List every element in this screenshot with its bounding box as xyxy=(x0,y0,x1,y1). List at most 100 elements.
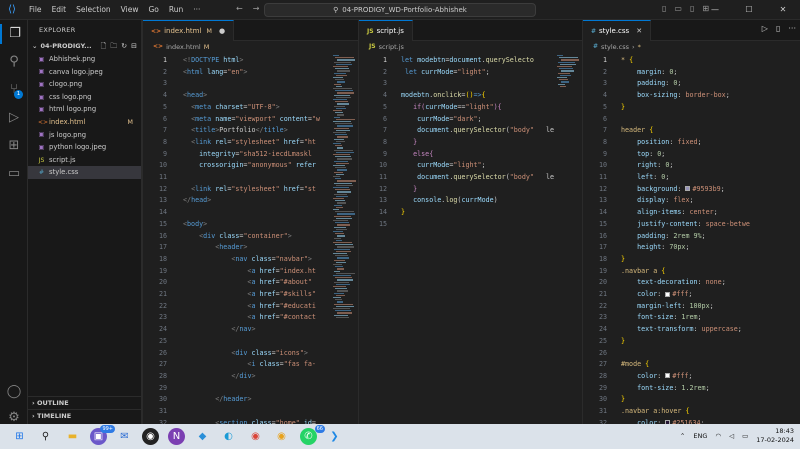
code-line[interactable]: <div class="container"> xyxy=(183,231,292,243)
file-item[interactable]: ▣ Abhishek.png xyxy=(28,53,141,66)
code-line[interactable]: else{ xyxy=(401,149,433,161)
file-item[interactable]: <> index.html M xyxy=(28,116,141,129)
file-item[interactable]: ▣ python logo.jpeg xyxy=(28,141,141,154)
code-line[interactable]: currMode="dark"; xyxy=(401,114,481,126)
toggle-sidebar-icon[interactable]: ▯ xyxy=(662,4,666,13)
code-line[interactable]: <meta name="viewport" content="w xyxy=(183,114,320,126)
code-line[interactable]: font-size: 1rem; xyxy=(621,312,701,324)
code-line[interactable]: <link rel="stylesheet" href="ht xyxy=(183,137,316,149)
explorer-icon[interactable]: ❐ xyxy=(0,24,28,44)
code-line[interactable]: } xyxy=(401,137,417,149)
code-line[interactable]: color: #fff; xyxy=(621,289,692,301)
menu-item[interactable]: Selection xyxy=(71,0,116,20)
code-line[interactable]: } xyxy=(621,394,625,406)
code-editor-js[interactable]: 1 let modebtn=document.querySelecto 2 let … xyxy=(359,53,582,424)
code-line[interactable]: <a href="#contact xyxy=(183,312,315,324)
refresh-icon[interactable]: ↻ xyxy=(121,40,127,53)
code-line[interactable]: right: 0; xyxy=(621,160,673,172)
code-line[interactable]: </div> xyxy=(183,371,255,383)
code-line[interactable]: document.querySelector("body" le xyxy=(401,172,554,184)
source-control-icon[interactable]: ⑂ 1 xyxy=(4,80,24,100)
code-line[interactable]: <i class="fas fa- xyxy=(183,359,315,371)
file-item[interactable]: ▣ html logo.png xyxy=(28,103,141,116)
code-line[interactable]: text-transform: uppercase; xyxy=(621,324,742,336)
breadcrumb-file[interactable]: style.css xyxy=(601,41,629,53)
code-line[interactable]: <a href="#educati xyxy=(183,301,315,313)
file-item[interactable]: # style.css xyxy=(28,166,141,179)
file-item[interactable]: ▣ css logo.png xyxy=(28,91,141,104)
close-tab-icon[interactable]: ✕ xyxy=(636,21,642,42)
back-arrow-icon[interactable]: ← xyxy=(236,4,243,13)
code-line[interactable]: <a href="#about" xyxy=(183,277,311,289)
tab-script-js[interactable]: JS script.js xyxy=(359,20,413,41)
remote-explorer-icon[interactable]: ▭ xyxy=(4,164,24,184)
code-line[interactable]: } xyxy=(621,254,625,266)
volume-icon[interactable]: ◁ xyxy=(729,432,734,440)
code-line[interactable]: if(currMode=="light"){ xyxy=(401,102,502,114)
run-icon[interactable]: ▷ xyxy=(762,24,768,33)
code-line[interactable]: </header> xyxy=(183,394,251,406)
app-icon[interactable]: ◉ xyxy=(142,428,159,445)
language-indicator[interactable]: ENG xyxy=(693,432,707,440)
file-item[interactable]: ▣ clogo.png xyxy=(28,78,141,91)
code-line[interactable]: currMode="light"; xyxy=(401,160,485,172)
menu-item[interactable]: ··· xyxy=(188,0,205,20)
meet-icon[interactable]: ▣ 99+ xyxy=(90,425,115,445)
outline-section[interactable]: › OUTLINE xyxy=(28,396,142,408)
account-icon[interactable]: ◯ xyxy=(4,382,24,402)
code-line[interactable]: font-size: 1.2rem; xyxy=(621,383,710,395)
code-line[interactable]: <!DOCTYPE html> xyxy=(183,55,243,67)
code-line[interactable]: margin: 0; xyxy=(621,67,677,79)
code-line[interactable]: align-items: center; xyxy=(621,207,718,219)
code-line[interactable]: <link rel="stylesheet" href="st xyxy=(183,184,316,196)
code-line[interactable]: <div class="icons"> xyxy=(183,348,308,360)
breadcrumb-file[interactable]: index.html xyxy=(166,41,201,53)
menu-item[interactable]: Go xyxy=(143,0,163,20)
code-line[interactable]: display: flex; xyxy=(621,195,693,207)
run-debug-icon[interactable]: ▷ xyxy=(4,108,24,128)
code-line[interactable]: console.log(currMode) xyxy=(401,195,498,207)
menu-item[interactable]: Edit xyxy=(47,0,72,20)
code-line[interactable]: <html lang="en"> xyxy=(183,67,247,79)
code-line[interactable]: margin-left: 100px; xyxy=(621,301,714,313)
code-line[interactable]: <meta charset="UTF-8"> xyxy=(183,102,280,114)
minimize-icon[interactable]: — xyxy=(698,0,732,20)
code-line[interactable]: text-decoration: none; xyxy=(621,277,726,289)
code-line[interactable]: <body> xyxy=(183,219,207,231)
chrome-icon[interactable]: ◉ xyxy=(247,428,264,445)
code-line[interactable]: } xyxy=(621,336,625,348)
code-line[interactable]: integrity="sha512-iecdLmaskl xyxy=(183,149,312,161)
code-line[interactable]: box-sizing: border-box; xyxy=(621,90,730,102)
file-manager-icon[interactable]: ▬ xyxy=(64,428,81,445)
close-icon[interactable]: ✕ xyxy=(766,0,800,20)
workspace-folder[interactable]: ⌄ 04-PRODIGY... 🗋 🗀 ↻ ⊟ xyxy=(28,40,141,53)
code-line[interactable]: document.querySelector("body" le xyxy=(401,125,554,137)
new-folder-icon[interactable]: 🗀 xyxy=(110,40,117,53)
code-line[interactable]: let currMode="light"; xyxy=(401,67,490,79)
code-line[interactable]: * { xyxy=(621,55,633,67)
menu-item[interactable]: File xyxy=(24,0,47,20)
vscode-icon[interactable]: ❯ xyxy=(326,428,343,445)
code-line[interactable]: <head> xyxy=(183,90,207,102)
code-line[interactable]: } xyxy=(401,207,405,219)
split-editor-icon[interactable]: ▯ xyxy=(776,24,780,33)
more-actions-icon[interactable]: ··· xyxy=(788,24,796,33)
file-item[interactable]: JS script.js xyxy=(28,154,141,167)
tab-index-html[interactable]: <> index.html M ● xyxy=(143,20,235,41)
maximize-icon[interactable]: ☐ xyxy=(732,0,766,20)
edge-icon[interactable]: ◐ xyxy=(220,428,237,445)
code-line[interactable]: height: 70px; xyxy=(621,242,689,254)
code-line[interactable]: <nav class="navbar"> xyxy=(183,254,312,266)
battery-icon[interactable]: ▭ xyxy=(742,432,748,440)
clock[interactable]: 18:43 17-02-2024 xyxy=(756,427,794,445)
code-line[interactable]: .navbar a { xyxy=(621,266,665,278)
code-line[interactable]: .navbar a:hover { xyxy=(621,406,689,418)
code-line[interactable]: #mode { xyxy=(621,359,649,371)
onenote-icon[interactable]: N xyxy=(168,428,185,445)
new-file-icon[interactable]: 🗋 xyxy=(101,40,107,53)
code-line[interactable]: crossorigin="anonymous" refer xyxy=(183,160,316,172)
code-line[interactable]: <title>Portfolio</title> xyxy=(183,125,288,137)
code-line[interactable]: } xyxy=(401,184,417,196)
code-line[interactable]: padding: 2rem 9%; xyxy=(621,231,705,243)
search-icon[interactable]: ⚲ xyxy=(37,428,54,445)
